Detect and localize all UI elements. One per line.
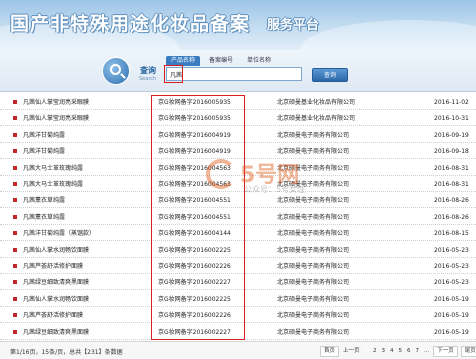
- watermark-subtitle: 公众号：5号女性: [244, 185, 306, 194]
- pagination: 第1/16页，15条/页，总共【231】条数据 首页 上一页 1 2 3 4 5…: [0, 341, 476, 359]
- product-name-link[interactable]: 凡茜仙人掌水润畅饮面膜: [23, 243, 89, 258]
- bullet-icon: [13, 296, 17, 301]
- product-name-link[interactable]: 凡茜绿豆细致清爽黑面膜: [23, 325, 89, 340]
- page-number-button[interactable]: 5: [398, 347, 404, 356]
- bullet-icon: [13, 280, 17, 285]
- watermark-logo-icon: [206, 159, 236, 189]
- company-name: 北京硕曼电子商务有限公司: [277, 246, 350, 254]
- product-name-link[interactable]: 凡茜仙人掌莹润亮采眼膜: [23, 111, 89, 126]
- tab-company-name[interactable]: 单位名称: [242, 56, 276, 66]
- annotation-box-query: [164, 65, 183, 83]
- next-page-button[interactable]: 下一页: [433, 346, 458, 357]
- record-date: 2016-05-23: [434, 263, 469, 270]
- company-name: 北京硕曼电子商务有限公司: [277, 328, 350, 336]
- bullet-icon: [13, 231, 17, 236]
- company-name: 北京硕曼电子商务有限公司: [277, 230, 350, 238]
- bullet-icon: [13, 165, 17, 170]
- product-name-link[interactable]: 凡茜大马士革玫瑰纯露: [23, 177, 83, 192]
- page-number-button[interactable]: 4: [389, 347, 395, 356]
- bullet-icon: [13, 264, 17, 268]
- search-icon: [102, 57, 130, 85]
- site-title: 国产非特殊用途化妆品备案: [10, 13, 251, 35]
- search-label: 查询: [140, 66, 156, 75]
- pagination-info: 第1/16页，15条/页，总共【231】条数据: [10, 349, 123, 356]
- product-name-link[interactable]: 凡茜仙人掌水润畅饮面膜: [23, 292, 89, 307]
- bullet-icon: [13, 247, 17, 252]
- product-name-link[interactable]: 凡茜洋甘菊纯露: [23, 144, 65, 159]
- bullet-icon: [13, 182, 17, 186]
- record-date: 2016-05-19: [434, 312, 469, 320]
- search-label-en: Search: [139, 76, 157, 82]
- product-name-link[interactable]: 凡茜仙人掌莹润亮采眼膜: [23, 95, 89, 110]
- record-date: 2016-09-18: [434, 148, 469, 156]
- site-subtitle: 服务平台: [267, 18, 320, 33]
- company-name: 北京硕曼电子商务有限公司: [277, 131, 350, 139]
- record-date: 2016-09-19: [434, 131, 469, 139]
- record-date: 2016-05-19: [434, 295, 469, 303]
- company-name: 北京硕曼电子商务有限公司: [277, 213, 350, 221]
- bullet-icon: [13, 149, 17, 154]
- bullet-icon: [13, 116, 17, 121]
- header-banner: 国产非特殊用途化妆品备案 服务平台: [0, 0, 476, 50]
- company-name: 北京硕曼电子商务有限公司: [277, 279, 350, 287]
- pagination-ellipsis: ...: [424, 348, 430, 354]
- company-name: 北京硕曼基业化妆品有限公司: [277, 115, 356, 123]
- product-name-link[interactable]: 凡茜芦荟舒活修护面膜: [23, 259, 83, 274]
- record-date: 2016-08-15: [434, 230, 469, 238]
- product-name-link[interactable]: 凡茜芦荟舒活修护面膜: [23, 308, 83, 323]
- record-date: 2016-10-31: [434, 115, 469, 123]
- company-name: 北京硕曼电子商务有限公司: [277, 312, 350, 320]
- watermark: 5号网 公众号：5号女性: [206, 159, 316, 199]
- bullet-icon: [13, 214, 17, 219]
- product-name-link[interactable]: 凡茜薰衣草纯露: [23, 210, 65, 225]
- bullet-icon: [13, 132, 17, 137]
- bullet-icon: [13, 329, 17, 334]
- page-number-button[interactable]: 7: [415, 347, 421, 356]
- bullet-icon: [13, 313, 17, 318]
- page-number-button[interactable]: 3: [381, 347, 387, 356]
- search-button[interactable]: 查询: [312, 68, 348, 82]
- page-number-button[interactable]: 6: [406, 347, 412, 356]
- record-date: 2016-05-19: [434, 328, 469, 336]
- annotation-box-record-numbers: [151, 95, 245, 340]
- tab-record-number[interactable]: 备案编号: [204, 56, 238, 66]
- product-name-link[interactable]: 凡茜薰衣草纯露: [23, 193, 65, 208]
- record-date: 2016-05-23: [434, 279, 469, 287]
- record-date: 2016-08-26: [434, 197, 469, 205]
- product-name-link[interactable]: 凡茜绿豆细致清爽黑面膜: [23, 275, 89, 290]
- record-date: 2016-08-31: [434, 164, 469, 172]
- company-name: 北京硕曼基业化妆品有限公司: [277, 99, 356, 106]
- last-page-button[interactable]: 尾页: [460, 346, 476, 357]
- bullet-icon: [13, 198, 17, 203]
- company-name: 北京硕曼电子商务有限公司: [277, 295, 350, 303]
- record-date: 2016-11-02: [434, 99, 469, 106]
- banner-decoration: [300, 20, 476, 50]
- record-date: 2016-08-31: [434, 181, 469, 188]
- bullet-icon: [13, 100, 17, 104]
- page-number-button[interactable]: 1: [364, 347, 370, 356]
- product-name-link[interactable]: 凡茜大马士革玫瑰纯露: [23, 161, 83, 176]
- company-name: 北京硕曼电子商务有限公司: [277, 263, 350, 270]
- pagination-buttons: 首页 上一页 1 2 3 4 5 6 7 ... 下一页 尾页: [320, 346, 476, 357]
- record-date: 2016-05-23: [434, 246, 469, 254]
- page-number-button[interactable]: 2: [372, 347, 378, 356]
- product-name-link[interactable]: 凡茜洋甘菊纯露: [23, 128, 65, 143]
- prev-page-button[interactable]: 上一页: [342, 347, 361, 356]
- first-page-button[interactable]: 首页: [320, 346, 340, 357]
- product-name-link[interactable]: 凡茜洋甘菊纯露（蒸馏款）: [23, 226, 95, 241]
- record-date: 2016-08-26: [434, 213, 469, 221]
- search-input[interactable]: [166, 67, 302, 81]
